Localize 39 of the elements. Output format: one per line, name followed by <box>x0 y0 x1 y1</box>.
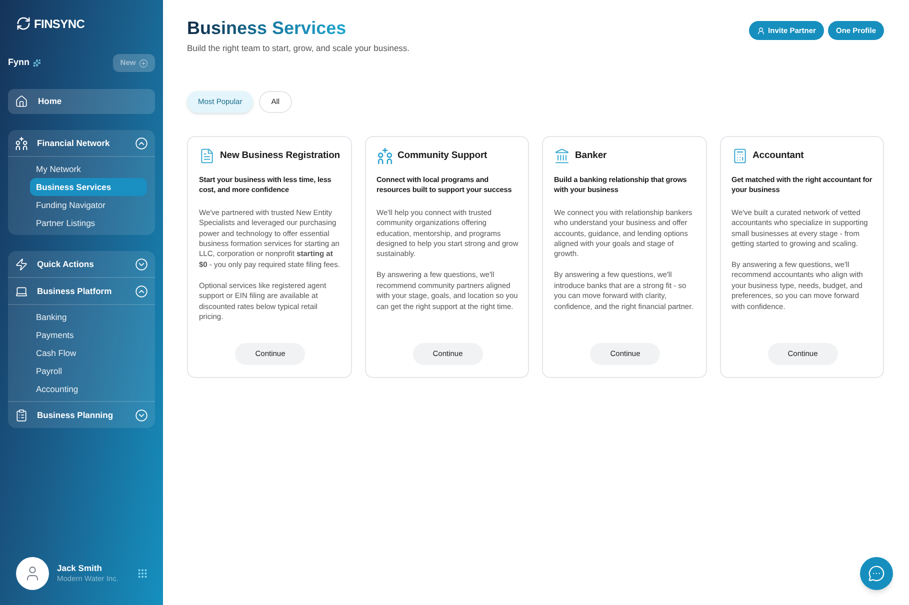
clipboard-icon <box>15 408 28 422</box>
nav-sub-item[interactable]: Payments <box>30 326 147 344</box>
document-icon <box>199 148 215 164</box>
bank-icon <box>554 148 570 164</box>
calculator-icon <box>732 148 748 164</box>
nav-sub-item[interactable]: Business Services <box>30 178 147 196</box>
nav-sub-item[interactable]: Funding Navigator <box>30 196 147 214</box>
avatar-icon <box>16 557 49 590</box>
person-icon <box>757 26 766 34</box>
logo-text: FINSYNC <box>34 16 85 32</box>
people-icon <box>15 136 28 150</box>
nav-section-header[interactable]: Financial Network <box>8 130 155 156</box>
assistant-name: Fynn <box>8 56 30 70</box>
nav-sub-item[interactable]: Cash Flow <box>30 344 147 362</box>
nav-sub-item[interactable]: Payroll <box>30 362 147 380</box>
people-icon <box>376 148 392 164</box>
card-title: New Business Registration <box>220 148 340 163</box>
lightning-icon <box>15 258 28 270</box>
nav-sub-item[interactable]: Banking <box>30 308 147 326</box>
plus-icon <box>138 58 148 68</box>
card-title: Community Support <box>398 148 488 163</box>
nav-sub-item[interactable]: Partner Listings <box>30 214 147 232</box>
chat-button[interactable] <box>860 557 893 590</box>
nav-sub-item[interactable]: My Network <box>30 160 147 178</box>
card-title: Banker <box>575 148 607 163</box>
nav-section-header[interactable]: Quick Actions <box>8 251 155 277</box>
chat-icon <box>868 565 885 582</box>
circular-arrows-icon <box>16 16 31 31</box>
home-icon <box>15 95 28 108</box>
sparkle-icon <box>32 59 40 67</box>
user-name: Jack Smith <box>57 563 103 574</box>
nav-section-header[interactable]: Business Platform <box>8 278 155 304</box>
nav-sub-item[interactable]: Accounting <box>30 380 147 398</box>
laptop-icon <box>15 284 28 298</box>
page-subtitle: Build the right team to start, grow, and scale your business. <box>187 42 410 55</box>
nav-item[interactable]: Home <box>8 89 155 114</box>
nav-section-header[interactable]: Business Planning <box>8 402 155 428</box>
grid-icon[interactable] <box>137 568 148 579</box>
card-title: Accountant <box>752 148 804 163</box>
